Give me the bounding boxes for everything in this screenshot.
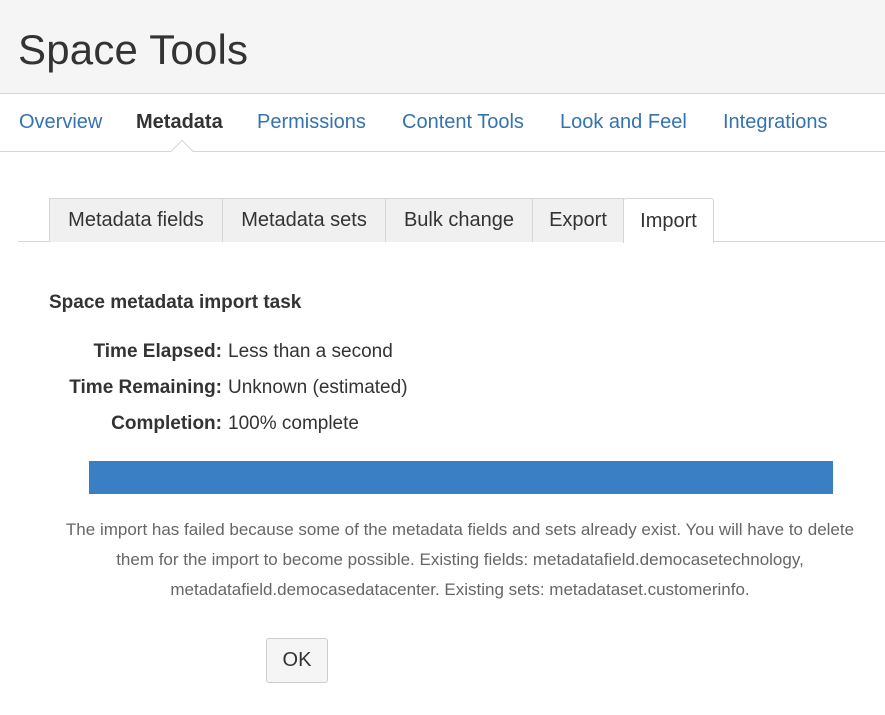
nav-item-integrations[interactable]: Integrations bbox=[723, 111, 828, 134]
tab-metadata-fields[interactable]: Metadata fields bbox=[49, 198, 223, 242]
page-header: Space Tools bbox=[0, 0, 885, 94]
page-title: Space Tools bbox=[18, 26, 249, 73]
space-tools-nav: Overview Metadata Permissions Content To… bbox=[0, 94, 885, 163]
ok-button[interactable]: OK bbox=[266, 638, 328, 683]
task-title: Space metadata import task bbox=[49, 292, 302, 313]
completion-value: 100% complete bbox=[228, 413, 359, 434]
nav-item-overview[interactable]: Overview bbox=[19, 111, 102, 134]
time-remaining-value: Unknown (estimated) bbox=[228, 377, 408, 398]
tab-bulk-change[interactable]: Bulk change bbox=[385, 198, 533, 242]
progress-bar-fill bbox=[89, 461, 833, 494]
time-elapsed-value: Less than a second bbox=[228, 341, 393, 362]
tab-metadata-sets[interactable]: Metadata sets bbox=[222, 198, 386, 242]
progress-bar bbox=[89, 461, 833, 494]
import-error-message: The import has failed because some of th… bbox=[65, 520, 855, 599]
nav-item-permissions[interactable]: Permissions bbox=[257, 111, 366, 134]
completion-label: Completion: bbox=[111, 413, 222, 434]
nav-item-metadata[interactable]: Metadata bbox=[136, 111, 223, 134]
active-nav-caret bbox=[170, 139, 194, 163]
tab-export[interactable]: Export bbox=[532, 198, 624, 242]
nav-item-content-tools[interactable]: Content Tools bbox=[402, 111, 524, 134]
time-elapsed-label: Time Elapsed: bbox=[93, 341, 222, 362]
nav-item-look-and-feel[interactable]: Look and Feel bbox=[560, 111, 687, 134]
tab-import[interactable]: Import bbox=[623, 198, 714, 243]
time-remaining-label: Time Remaining: bbox=[69, 377, 222, 398]
